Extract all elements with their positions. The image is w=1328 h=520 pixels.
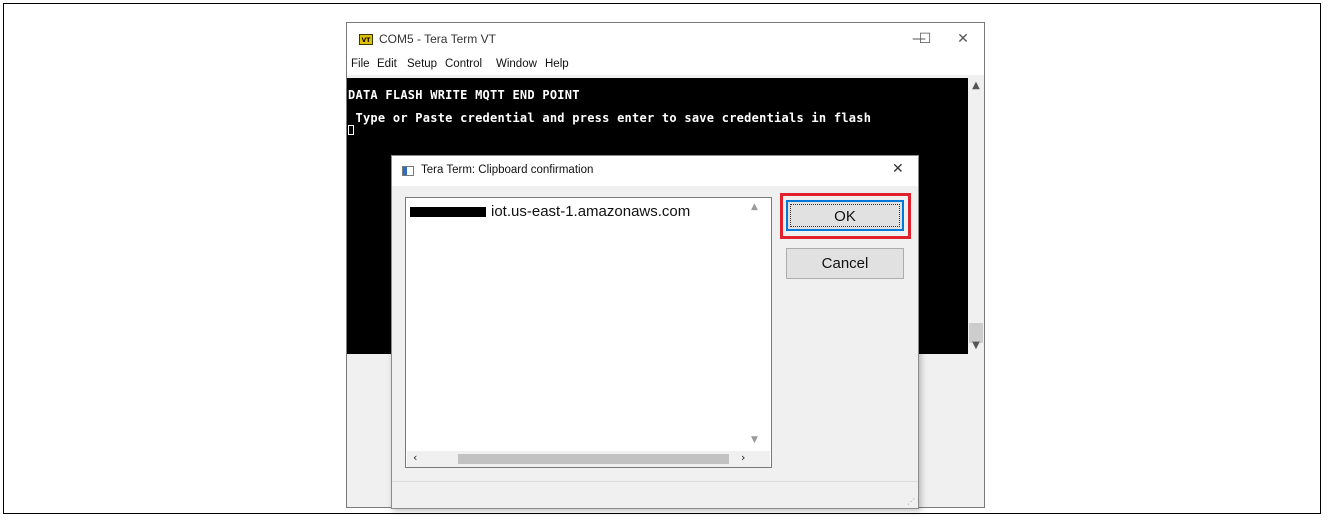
- menu-bar: File Edit Setup Control Window Help: [347, 55, 984, 75]
- dialog-title-bar[interactable]: Tera Term: Clipboard confirmation ✕: [392, 156, 918, 186]
- menu-file[interactable]: File: [351, 58, 370, 70]
- dialog-title: Tera Term: Clipboard confirmation: [421, 164, 594, 176]
- menu-window[interactable]: Window: [496, 58, 537, 70]
- terminal-cursor: [348, 125, 354, 135]
- menu-help[interactable]: Help: [545, 58, 569, 70]
- menu-setup[interactable]: Setup: [407, 58, 437, 70]
- ok-button[interactable]: OK: [786, 200, 904, 231]
- terminal-scrollbar[interactable]: ▲ ▼: [968, 78, 984, 354]
- scroll-up-icon[interactable]: ▲: [751, 202, 758, 212]
- scroll-up-icon[interactable]: ▲: [968, 80, 984, 91]
- horizontal-scrollbar[interactable]: ‹ ›: [407, 451, 770, 467]
- resize-grip-icon[interactable]: ⋰: [907, 497, 915, 506]
- cancel-button-label: Cancel: [821, 255, 869, 272]
- cancel-button[interactable]: Cancel: [786, 248, 904, 279]
- clipboard-endpoint-text: iot.us-east-1.amazonaws.com: [491, 203, 691, 220]
- redacted-text: [410, 207, 486, 217]
- scroll-right-icon[interactable]: ›: [741, 451, 745, 464]
- dialog-window-icon: [402, 166, 414, 176]
- window-title: COM5 - Tera Term VT: [379, 32, 496, 46]
- clipboard-text-area[interactable]: iot.us-east-1.amazonaws.com ▲ ▼ ‹ ›: [405, 197, 772, 468]
- terminal-line: Type or Paste credential and press enter…: [348, 111, 872, 125]
- maximize-button[interactable]: ☐: [913, 29, 937, 49]
- menu-control[interactable]: Control: [445, 58, 482, 70]
- menu-edit[interactable]: Edit: [377, 58, 397, 70]
- clipboard-confirmation-dialog: Tera Term: Clipboard confirmation ✕ iot.…: [391, 155, 919, 509]
- scrollbar-thumb[interactable]: [458, 454, 729, 464]
- scroll-left-icon[interactable]: ‹: [413, 451, 417, 464]
- close-button[interactable]: ✕: [951, 29, 975, 49]
- dialog-status-bar: ⋰: [392, 481, 918, 509]
- scroll-down-icon[interactable]: ▼: [751, 435, 758, 445]
- title-bar[interactable]: VT COM5 - Tera Term VT — ☐ ✕: [347, 23, 984, 55]
- terminal-line: DATA FLASH WRITE MQTT END POINT: [348, 88, 580, 102]
- scroll-down-icon[interactable]: ▼: [968, 340, 984, 351]
- tera-term-app-icon: VT: [359, 34, 373, 45]
- dialog-close-button[interactable]: ✕: [892, 161, 904, 177]
